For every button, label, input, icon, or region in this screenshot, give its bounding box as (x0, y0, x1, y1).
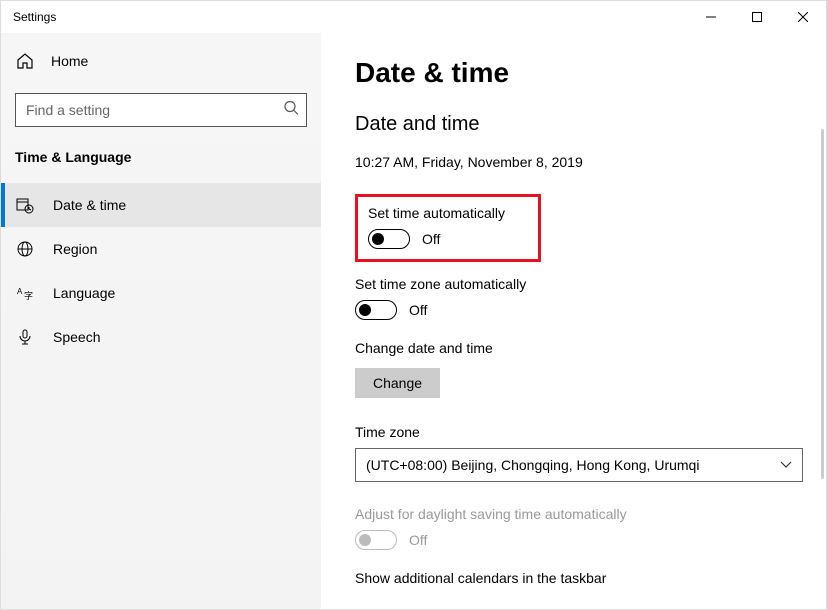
set-tz-auto-toggle[interactable] (355, 300, 397, 320)
close-button[interactable] (780, 1, 826, 33)
microphone-icon (13, 328, 37, 346)
calendar-clock-icon (13, 196, 37, 214)
sidebar-item-label: Speech (53, 329, 100, 345)
change-dt-label: Change date and time (355, 340, 826, 356)
dst-state: Off (409, 532, 427, 548)
language-icon: A字 (13, 284, 37, 302)
window-title: Settings (13, 10, 56, 24)
search-box[interactable] (15, 93, 307, 127)
chevron-down-icon (780, 458, 792, 472)
home-icon (13, 52, 37, 70)
globe-icon (13, 240, 37, 258)
search-input[interactable] (15, 93, 307, 127)
content-pane: Date & time Date and time 10:27 AM, Frid… (321, 33, 826, 609)
sidebar-item-label: Region (53, 241, 97, 257)
scrollbar[interactable] (821, 129, 824, 479)
current-datetime: 10:27 AM, Friday, November 8, 2019 (355, 154, 826, 170)
home-label: Home (51, 53, 88, 69)
additional-calendars-label: Show additional calendars in the taskbar (355, 570, 826, 586)
sidebar-item-language[interactable]: A字 Language (1, 271, 321, 315)
dst-toggle (355, 530, 397, 550)
dst-label: Adjust for daylight saving time automati… (355, 506, 826, 522)
sidebar-item-speech[interactable]: Speech (1, 315, 321, 359)
sidebar: Home Time & Language Date & time Region … (1, 33, 321, 609)
timezone-label: Time zone (355, 424, 826, 440)
search-icon (283, 100, 299, 121)
sidebar-item-label: Language (53, 285, 115, 301)
svg-text:A: A (17, 287, 23, 296)
change-button[interactable]: Change (355, 368, 440, 398)
timezone-value: (UTC+08:00) Beijing, Chongqing, Hong Kon… (366, 457, 699, 473)
section-heading: Date and time (355, 113, 826, 136)
sidebar-item-date-time[interactable]: Date & time (1, 183, 321, 227)
svg-text:字: 字 (24, 290, 33, 301)
minimize-button[interactable] (688, 1, 734, 33)
set-time-auto-toggle[interactable] (368, 229, 410, 249)
sidebar-item-label: Date & time (53, 197, 126, 213)
sidebar-item-region[interactable]: Region (1, 227, 321, 271)
timezone-dropdown[interactable]: (UTC+08:00) Beijing, Chongqing, Hong Kon… (355, 448, 803, 482)
titlebar: Settings (1, 1, 826, 33)
set-tz-auto-state: Off (409, 302, 427, 318)
sidebar-section-title: Time & Language (1, 149, 321, 165)
set-time-auto-state: Off (422, 231, 440, 247)
home-nav[interactable]: Home (1, 41, 321, 81)
highlight-box: Set time automatically Off (355, 194, 541, 262)
set-tz-auto-label: Set time zone automatically (355, 276, 826, 292)
page-title: Date & time (355, 57, 826, 89)
maximize-button[interactable] (734, 1, 780, 33)
set-time-auto-label: Set time automatically (368, 205, 528, 221)
